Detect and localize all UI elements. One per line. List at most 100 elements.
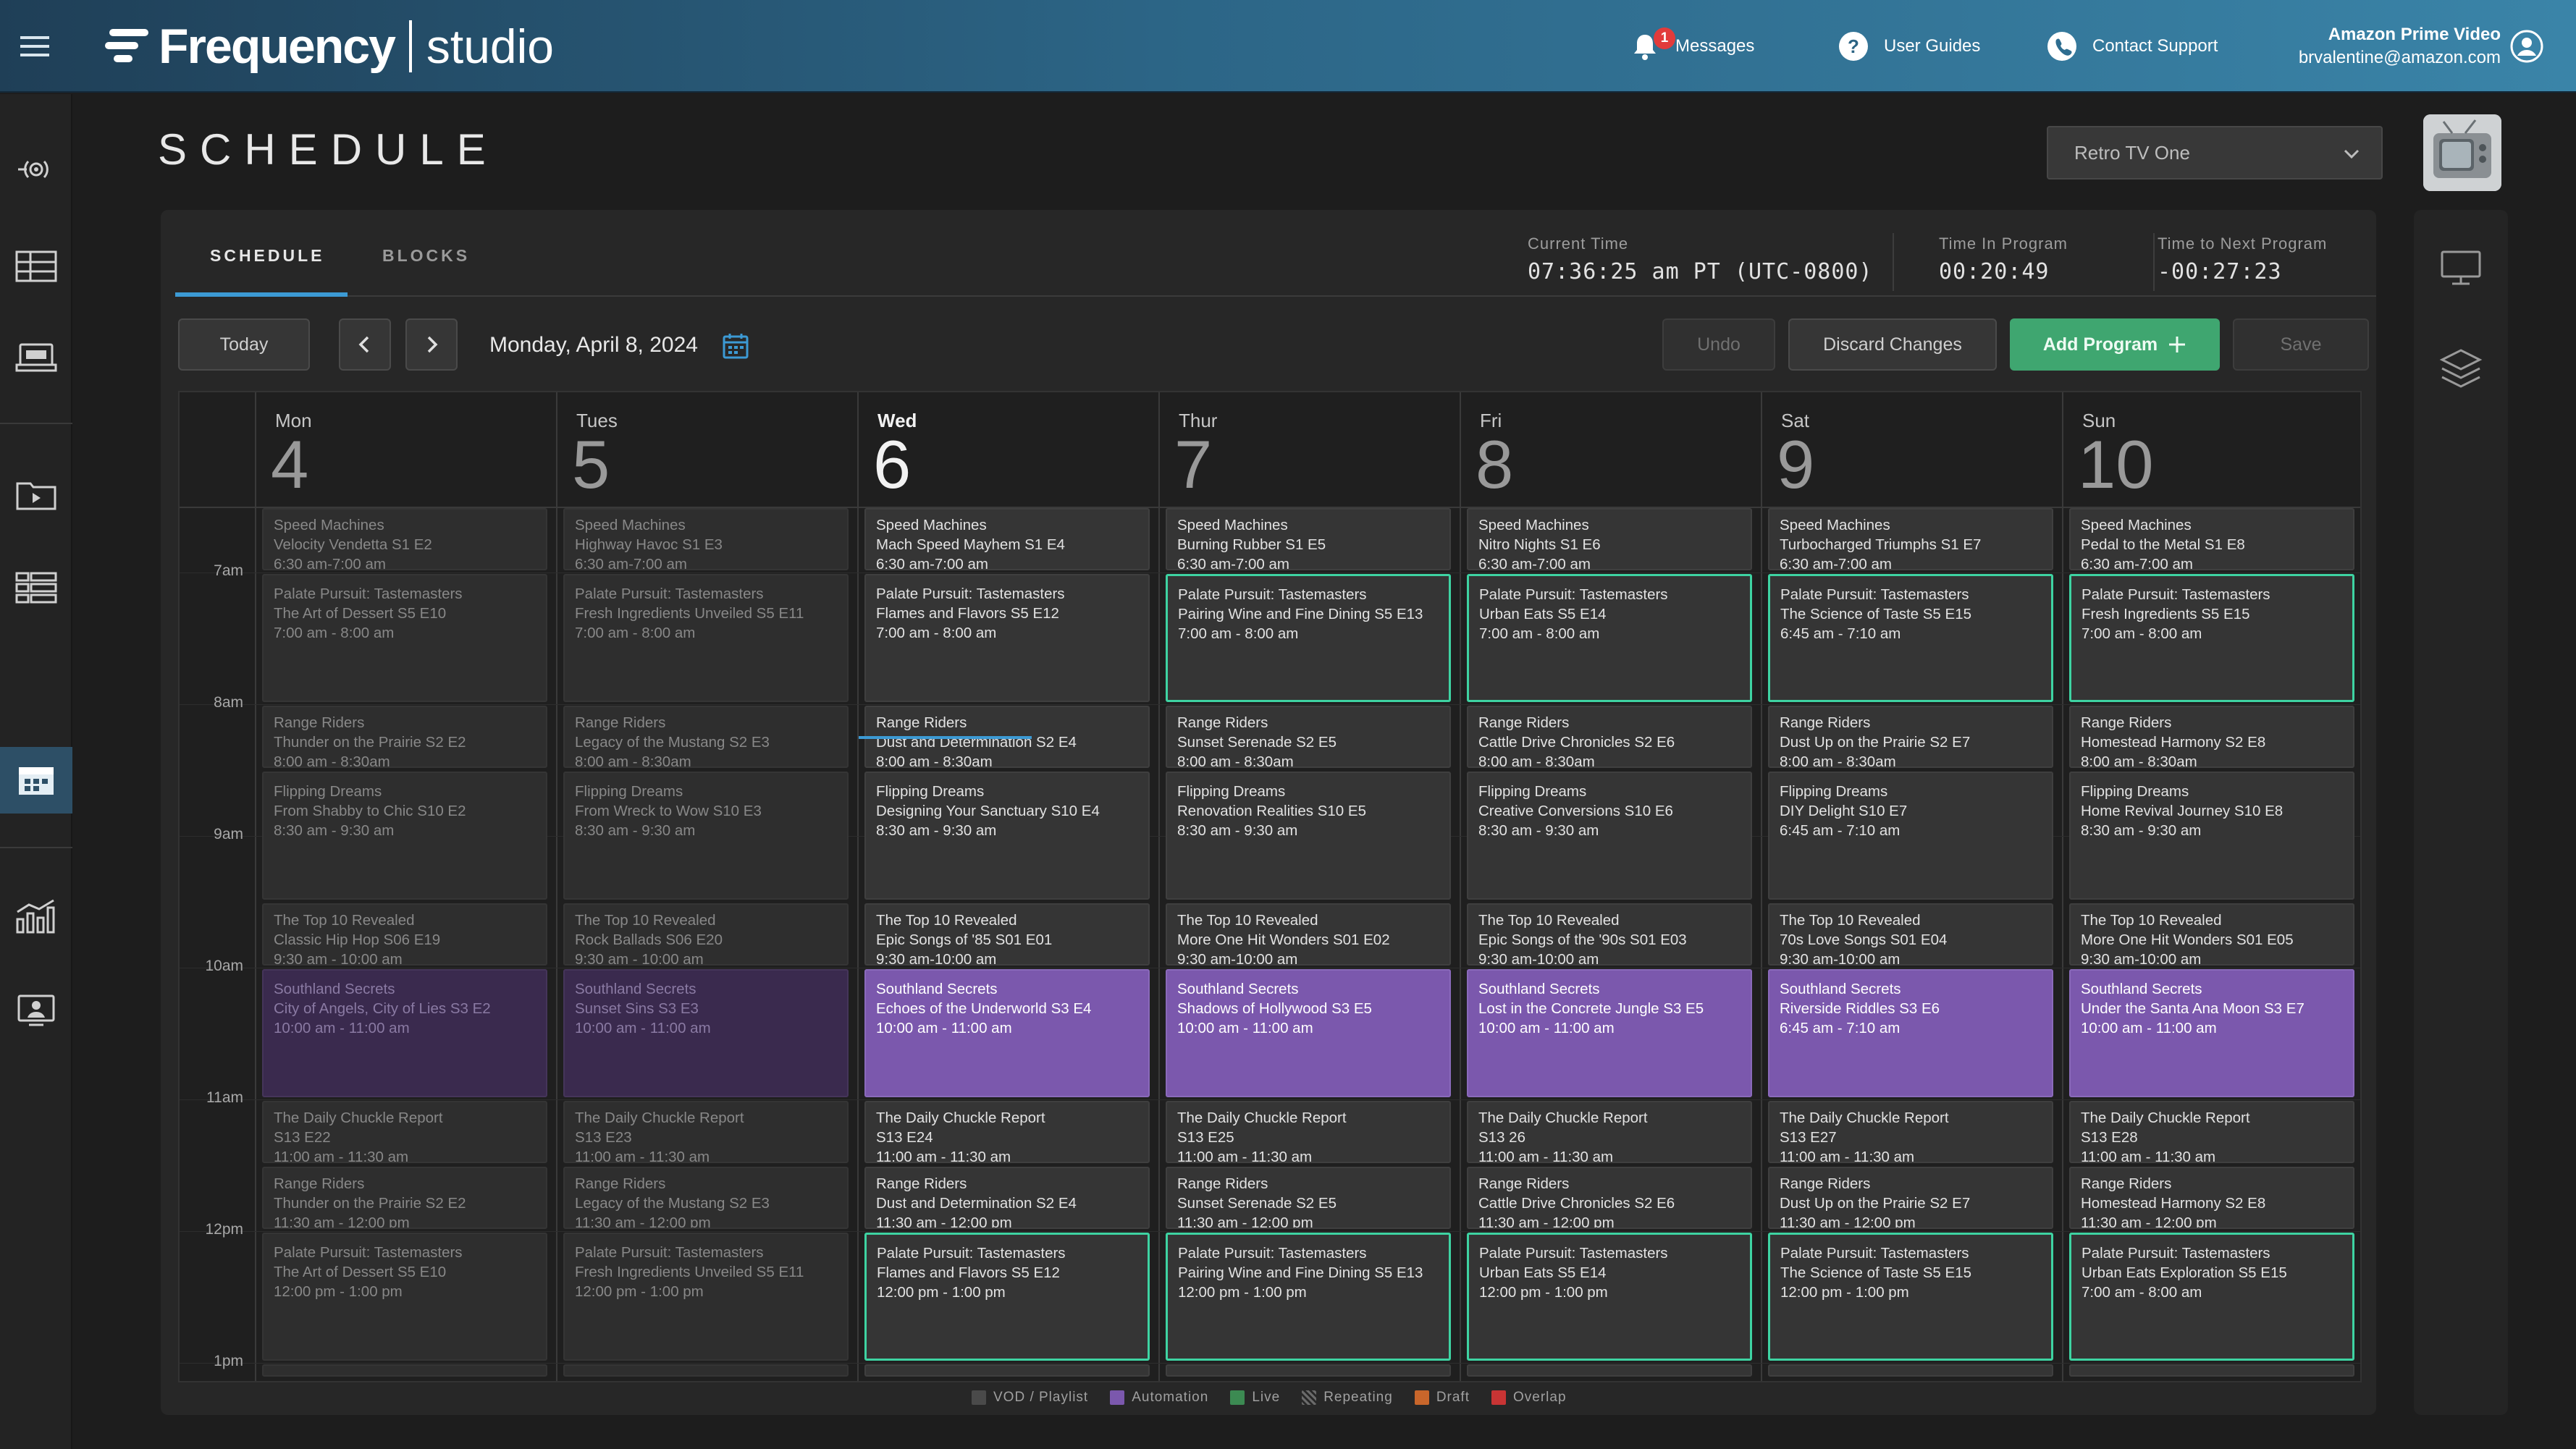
program-block[interactable]: Range Riders Dust Up on the Prairie S2 E7… [1768, 1167, 2053, 1229]
program-block[interactable]: The Top 10 Revealed Epic Songs of '85 S01… [864, 903, 1150, 966]
program-block[interactable]: Palate Pursuit: Tastemasters Fresh Ingred… [2069, 574, 2354, 702]
program-block[interactable]: Palate Pursuit: Tastemasters The Art of D… [262, 1233, 547, 1361]
program-block[interactable]: The Daily Chuckle Report S13 26 11:00 am -… [1467, 1101, 1752, 1163]
program-block[interactable]: Range Riders Dust and Determination S2 E4… [864, 1167, 1150, 1229]
program-block[interactable]: Speed Machines Velocity Vendetta S1 E2 6:3… [262, 508, 547, 570]
program-block[interactable]: Speed Machines Mach Speed Mayhem S1 E4 6:3… [864, 508, 1150, 570]
program-block[interactable]: Palate Pursuit: Tastemasters Pairing Wine… [1166, 574, 1451, 702]
tab-blocks[interactable]: BLOCKS [382, 246, 470, 266]
program-block[interactable]: Speed Machines Nitro Nights S1 E6 6:30 am-… [1467, 508, 1752, 570]
program-block[interactable]: Range Riders Cattle Drive Chronicles S2 E… [1467, 706, 1752, 768]
program-block[interactable]: The Daily Chuckle Report S13 E24 11:00 am … [864, 1101, 1150, 1163]
day-header[interactable]: Wed 6 [857, 392, 1158, 507]
channel-select[interactable]: Retro TV One [2047, 126, 2383, 179]
sidebar-item-users[interactable] [0, 977, 72, 1044]
messages-link[interactable]: 1 Messages [1629, 26, 1754, 67]
program-block[interactable]: Palate Pursuit: Tastemasters Flames and F… [864, 1233, 1150, 1361]
undo-button[interactable]: Undo [1662, 318, 1775, 371]
program-block[interactable]: Range Riders Dust Up on the Prairie S2 E7… [1768, 706, 2053, 768]
program-block[interactable]: Palate Pursuit: Tastemasters The Science … [1768, 1233, 2053, 1361]
program-block[interactable]: Range Riders Homestead Harmony S2 E8 11:30… [2069, 1167, 2354, 1229]
sidebar-item-schedule[interactable] [0, 747, 72, 814]
logo[interactable]: Frequency studio [105, 19, 554, 74]
program-block[interactable]: The Top 10 Revealed [262, 1364, 547, 1377]
program-block[interactable]: Flipping Dreams Designing Your Sanctuary … [864, 772, 1150, 900]
program-block[interactable]: Palate Pursuit: Tastemasters Fresh Ingred… [563, 574, 849, 702]
program-block[interactable]: Palate Pursuit: Tastemasters Pairing Wine… [1166, 1233, 1451, 1361]
program-block[interactable]: Palate Pursuit: Tastemasters The Science … [1768, 574, 2053, 702]
sidebar-item-playlists[interactable] [0, 554, 72, 621]
program-block[interactable]: Flipping Dreams Home Revival Journey S10 … [2069, 772, 2354, 900]
program-block[interactable]: The Top 10 Revealed [1768, 1364, 2053, 1377]
program-block[interactable]: Speed Machines Burning Rubber S1 E5 6:30 a… [1166, 508, 1451, 570]
menu-icon[interactable] [19, 32, 54, 61]
program-block[interactable]: Palate Pursuit: Tastemasters Fresh Ingred… [563, 1233, 849, 1361]
program-block[interactable]: The Top 10 Revealed 70s Love Songs S01 E0… [1768, 903, 2053, 966]
program-block[interactable]: Palate Pursuit: Tastemasters Urban Eats S… [1467, 1233, 1752, 1361]
program-block[interactable]: Range Riders Thunder on the Prairie S2 E2… [262, 706, 547, 768]
program-block[interactable]: Palate Pursuit: Tastemasters Urban Eats S… [1467, 574, 1752, 702]
program-block[interactable]: The Top 10 Revealed [563, 1364, 849, 1377]
program-block[interactable]: The Top 10 Revealed More One Hit Wonders … [1166, 903, 1451, 966]
program-block[interactable]: The Daily Chuckle Report S13 E22 11:00 am … [262, 1101, 547, 1163]
program-block[interactable]: The Top 10 Revealed [1166, 1364, 1451, 1377]
date-picker-icon[interactable] [721, 331, 750, 360]
day-header[interactable]: Sun 10 [2062, 392, 2360, 507]
monitor-tool[interactable] [2438, 245, 2484, 291]
sidebar-item-media[interactable] [0, 462, 72, 528]
program-block[interactable]: Southland Secrets Under the Santa Ana Moo… [2069, 969, 2354, 1097]
program-block[interactable]: Southland Secrets Sunset Sins S3 E3 10:00 … [563, 969, 849, 1097]
prev-week-button[interactable] [339, 318, 391, 371]
user-guides-link[interactable]: ? User Guides [1838, 26, 1980, 67]
program-block[interactable]: The Top 10 Revealed Epic Songs of the '90… [1467, 903, 1752, 966]
save-button[interactable]: Save [2233, 318, 2369, 371]
sidebar-item-devices[interactable] [0, 324, 72, 391]
program-block[interactable]: Range Riders Legacy of the Mustang S2 E3 1… [563, 1167, 849, 1229]
program-block[interactable]: Flipping Dreams From Shabby to Chic S10 E… [262, 772, 547, 900]
program-block[interactable]: Speed Machines Pedal to the Metal S1 E8 6:… [2069, 508, 2354, 570]
program-block[interactable]: Flipping Dreams From Wreck to Wow S10 E3 8… [563, 772, 849, 900]
program-block[interactable]: Range Riders Homestead Harmony S2 E8 8:00 … [2069, 706, 2354, 768]
day-header[interactable]: Sat 9 [1761, 392, 2062, 507]
add-program-button[interactable]: Add Program [2010, 318, 2220, 371]
sidebar-item-analytics[interactable] [0, 883, 72, 950]
program-block[interactable]: Flipping Dreams DIY Delight S10 E7 6:45 am… [1768, 772, 2053, 900]
program-block[interactable]: Range Riders Sunset Serenade S2 E5 11:30 a… [1166, 1167, 1451, 1229]
program-block[interactable]: The Top 10 Revealed [864, 1364, 1150, 1377]
program-block[interactable]: Range Riders Cattle Drive Chronicles S2 E… [1467, 1167, 1752, 1229]
account-info[interactable]: Amazon Prime Video brvalentine@amazon.co… [2299, 23, 2501, 69]
program-block[interactable]: Palate Pursuit: Tastemasters Urban Eats E… [2069, 1233, 2354, 1361]
sidebar-item-broadcast[interactable] [0, 136, 72, 203]
program-block[interactable]: Palate Pursuit: Tastemasters Flames and F… [864, 574, 1150, 702]
contact-support-link[interactable]: Contact Support [2046, 26, 2218, 67]
program-block[interactable]: Southland Secrets Shadows of Hollywood S3… [1166, 969, 1451, 1097]
day-header[interactable]: Tues 5 [556, 392, 857, 507]
program-block[interactable]: The Top 10 Revealed [1467, 1364, 1752, 1377]
program-block[interactable]: The Daily Chuckle Report S13 E28 11:00 am … [2069, 1101, 2354, 1163]
program-block[interactable]: Southland Secrets Echoes of the Underworl… [864, 969, 1150, 1097]
day-header[interactable]: Thur 7 [1158, 392, 1460, 507]
program-block[interactable]: The Top 10 Revealed More One Hit Wonders… [2069, 903, 2354, 966]
today-button[interactable]: Today [178, 318, 310, 371]
day-header[interactable]: Fri 8 [1460, 392, 1761, 507]
program-block[interactable]: Speed Machines Highway Havoc S1 E3 6:30 am… [563, 508, 849, 570]
program-block[interactable]: The Daily Chuckle Report S13 E27 11:00 am … [1768, 1101, 2053, 1163]
program-block[interactable]: Flipping Dreams Creative Conversions S10 … [1467, 772, 1752, 900]
sidebar-item-channels[interactable] [0, 233, 72, 300]
user-avatar-icon[interactable] [2509, 29, 2544, 64]
discard-changes-button[interactable]: Discard Changes [1788, 318, 1997, 371]
next-week-button[interactable] [405, 318, 458, 371]
program-block[interactable]: The Daily Chuckle Report S13 E25 11:00 am … [1166, 1101, 1451, 1163]
program-block[interactable]: Speed Machines Turbocharged Triumphs S1 E… [1768, 508, 2053, 570]
tab-schedule[interactable]: SCHEDULE [210, 246, 325, 266]
program-block[interactable]: Palate Pursuit: Tastemasters The Art of D… [262, 574, 547, 702]
day-header[interactable]: Mon 4 [255, 392, 556, 507]
program-block[interactable]: Range Riders Legacy of the Mustang S2 E3 8… [563, 706, 849, 768]
program-block[interactable]: Southland Secrets Lost in the Concrete Ju… [1467, 969, 1752, 1097]
program-block[interactable]: Southland Secrets Riverside Riddles S3 E6… [1768, 969, 2053, 1097]
program-block[interactable]: Southland Secrets City of Angels, City of… [262, 969, 547, 1097]
program-block[interactable]: The King of Queens [2069, 1364, 2354, 1377]
channel-thumbnail[interactable] [2423, 114, 2501, 191]
program-block[interactable]: Flipping Dreams Renovation Realities S10 … [1166, 772, 1451, 900]
program-block[interactable]: The Top 10 Revealed Classic Hip Hop S06 E… [262, 903, 547, 966]
